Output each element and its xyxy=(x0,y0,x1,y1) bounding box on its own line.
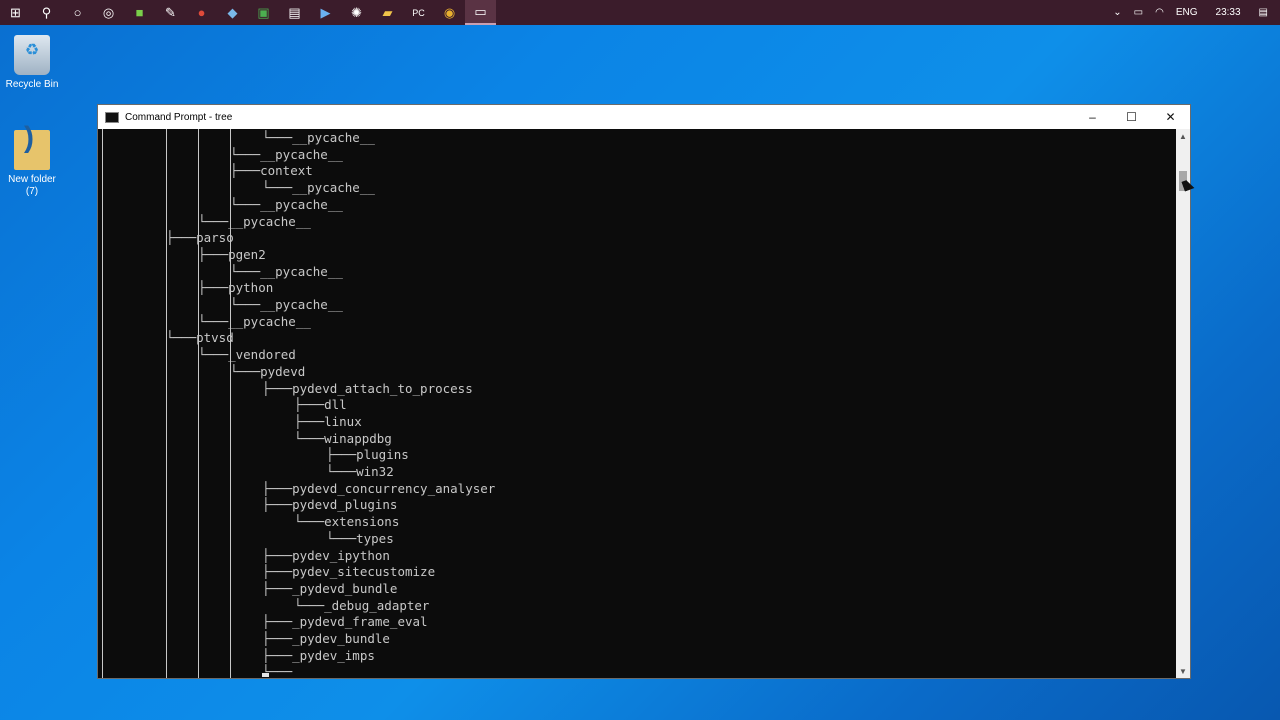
console-line: └───__pycache__ xyxy=(198,313,311,329)
console-output[interactable]: └───__pycache__ └───__pycache__ ├───contex… xyxy=(98,129,1176,678)
console-line: ├───_pydevd_frame_eval xyxy=(262,614,428,630)
console-line: ├───linux xyxy=(294,413,362,429)
console-line: └───types xyxy=(326,530,394,546)
vertical-scrollbar[interactable]: ▲ ▼ xyxy=(1176,129,1190,678)
console-line: └───__pycache__ xyxy=(230,196,343,212)
minimize-button[interactable]: – xyxy=(1073,105,1112,129)
app-icon[interactable]: ▣ xyxy=(248,0,279,25)
console-line: ├───pydevd_concurrency_analyser xyxy=(262,480,496,496)
console-line: └───extensions xyxy=(294,514,400,530)
folder-icon[interactable]: ▰ xyxy=(372,0,403,25)
console-icon xyxy=(105,111,119,123)
window-title: Command Prompt - tree xyxy=(125,111,233,123)
console-line: └───ptvsd xyxy=(166,330,234,346)
console-line: ├───_pydevd_bundle xyxy=(262,580,398,596)
app-icon[interactable]: ✺ xyxy=(341,0,372,25)
console-line: ├───_pydev_imps xyxy=(262,647,375,663)
task-view-icon[interactable]: ◎ xyxy=(93,0,124,25)
cortana-icon[interactable]: ○ xyxy=(62,0,93,25)
new-folder-sublabel: (7) xyxy=(25,186,39,197)
pen-icon[interactable]: ✎ xyxy=(155,0,186,25)
recycle-bin-shortcut[interactable]: Recycle Bin xyxy=(0,35,64,91)
scroll-up-arrow-icon[interactable]: ▲ xyxy=(1176,129,1190,143)
windows-start-icon[interactable]: ⊞ xyxy=(0,0,31,25)
pycharm-icon[interactable]: PC xyxy=(403,0,434,25)
console-line: └───__pycache__ xyxy=(262,130,375,145)
tree-guide-line xyxy=(166,129,167,678)
language-indicator[interactable]: ENG xyxy=(1170,7,1204,18)
app-icon[interactable]: ● xyxy=(186,0,217,25)
console-line: ├───pydev_ipython xyxy=(262,547,390,563)
command-prompt-icon[interactable]: ▭ xyxy=(465,0,496,25)
new-folder-label: New folder xyxy=(8,174,56,185)
tree-guide-line xyxy=(102,129,103,678)
mouse-pointer-icon xyxy=(1181,178,1195,192)
command-prompt-window: Command Prompt - tree – ☐ ✕ └───__pycach… xyxy=(97,104,1191,679)
console-line: ├───pydevd_attach_to_process xyxy=(262,380,473,396)
console-line: ├───pydev_sitecustomize xyxy=(262,564,436,580)
console-line: ├───pgen2 xyxy=(198,246,266,262)
window-titlebar[interactable]: Command Prompt - tree – ☐ ✕ xyxy=(98,105,1190,129)
tree-guide-line xyxy=(198,129,199,678)
recycle-bin-label: Recycle Bin xyxy=(5,79,59,90)
console-line: └───_vendored xyxy=(198,347,296,363)
notifications-icon[interactable]: ▤ xyxy=(1253,7,1280,18)
new-folder-shortcut[interactable]: New folder (7) xyxy=(0,130,64,198)
console-line: └───__pycache__ xyxy=(198,213,311,229)
close-button[interactable]: ✕ xyxy=(1151,105,1190,129)
system-tray: ⌄ ▭ ◠ ENG 23:33 ▤ xyxy=(1107,0,1280,25)
console-line: └───__pycache__ xyxy=(230,297,343,312)
maximize-button[interactable]: ☐ xyxy=(1112,105,1151,129)
console-line: └───__pycache__ xyxy=(230,263,343,279)
taskbar: ⊞ ⚲ ○ ◎ ■ ✎ ● ◆ ▣ ▤ ▶ ✺ ▰ PC ◉ ▭ ⌄ ▭ ◠ E… xyxy=(0,0,1280,25)
console-line: ├───parso xyxy=(166,230,234,246)
text-cursor xyxy=(262,673,269,678)
console-line: ├───python xyxy=(198,280,274,296)
console-line: ├───context xyxy=(230,163,313,179)
scroll-down-arrow-icon[interactable]: ▼ xyxy=(1176,664,1190,678)
console-line: └───_debug_adapter xyxy=(294,597,430,613)
steam-icon[interactable]: ◆ xyxy=(217,0,248,25)
console-line: └───__pycache__ xyxy=(262,180,375,196)
app-icon[interactable]: ■ xyxy=(124,0,155,25)
recycle-bin-icon xyxy=(14,35,50,75)
store-icon[interactable]: ▤ xyxy=(279,0,310,25)
console-line: ├───plugins xyxy=(326,447,409,463)
battery-icon[interactable]: ▭ xyxy=(1128,7,1149,18)
console-line: ├───_pydev_bundle xyxy=(262,631,390,646)
chrome-icon[interactable]: ◉ xyxy=(434,0,465,25)
console-line: └───__pycache__ xyxy=(230,146,343,162)
clock[interactable]: 23:33 xyxy=(1204,7,1253,18)
console-line: ├───dll xyxy=(294,397,347,413)
folder-icon xyxy=(14,130,50,170)
console-line: └───winappdbg xyxy=(294,430,392,446)
wifi-icon[interactable]: ◠ xyxy=(1149,7,1170,18)
console-line: ├───pydevd_plugins xyxy=(262,497,398,513)
app-icon[interactable]: ▶ xyxy=(310,0,341,25)
search-icon[interactable]: ⚲ xyxy=(31,0,62,25)
console-line: └───win32 xyxy=(326,464,394,479)
chevron-up-icon[interactable]: ⌄ xyxy=(1107,7,1127,18)
console-line: └───pydevd xyxy=(230,363,306,379)
